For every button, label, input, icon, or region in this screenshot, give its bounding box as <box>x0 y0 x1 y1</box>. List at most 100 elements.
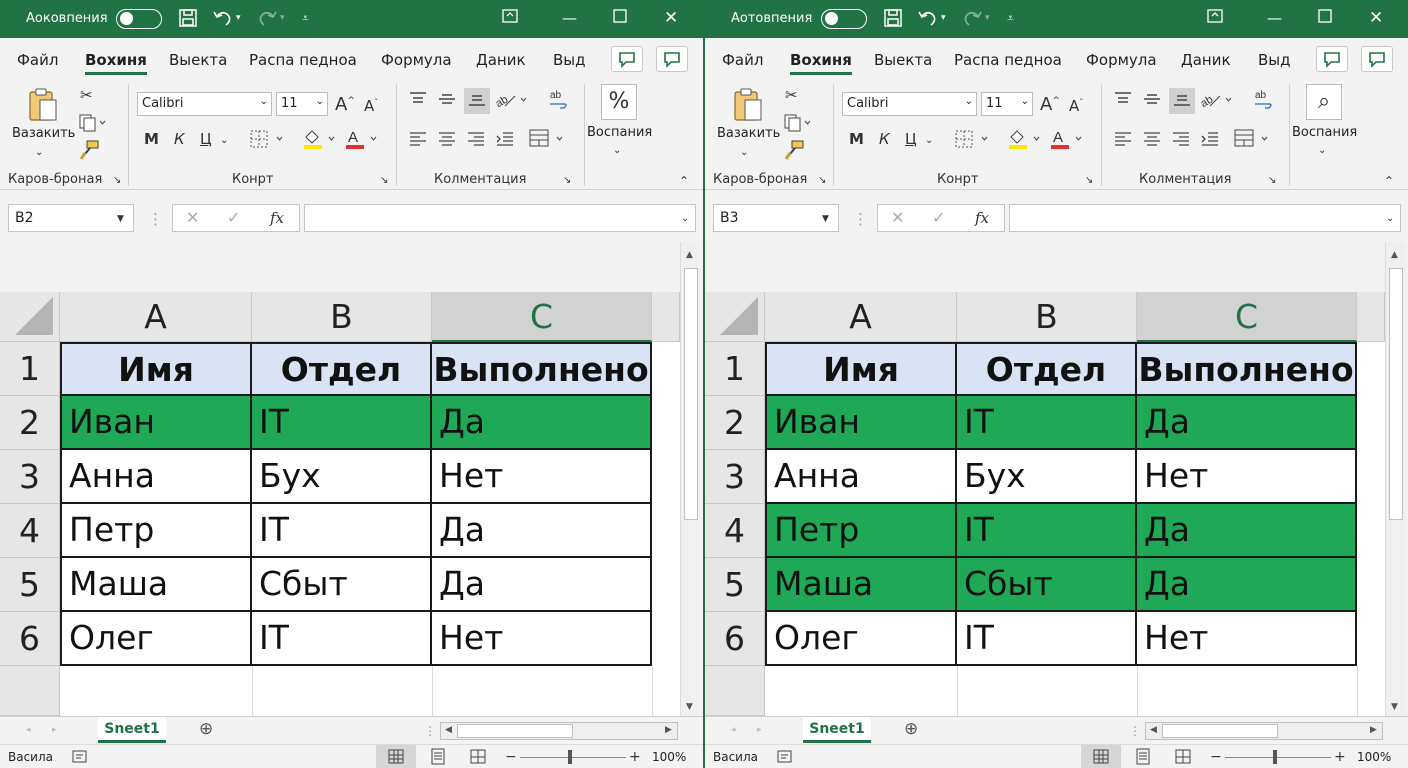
bold-button[interactable]: М <box>849 130 864 148</box>
cell-c5[interactable]: Да <box>1137 558 1357 612</box>
collapse-ribbon-icon[interactable]: ⌃ <box>679 172 689 190</box>
row-header-7[interactable] <box>0 666 60 716</box>
menu-page-layout[interactable]: Распа педноа <box>249 51 357 69</box>
number-dropdown-icon[interactable]: ⌄ <box>613 142 621 160</box>
alignment-launcher-icon[interactable]: ↘ <box>563 172 571 190</box>
format-painter-icon[interactable] <box>783 140 805 164</box>
horizontal-scroll-thumb[interactable] <box>1162 724 1278 738</box>
name-box[interactable]: B3 <box>713 204 839 232</box>
col-header-b[interactable]: B <box>957 292 1137 342</box>
number-label[interactable]: Воспания <box>587 125 652 140</box>
paste-dropdown-icon[interactable]: ⌄ <box>740 144 748 162</box>
align-center-icon[interactable] <box>1142 130 1162 152</box>
menu-home[interactable]: Вохиня <box>790 51 852 75</box>
underline-dropdown-icon[interactable]: ⌄ <box>925 132 933 150</box>
undo-dropdown-icon[interactable]: ▾ <box>236 8 241 28</box>
insert-function-icon[interactable]: fx <box>270 209 284 227</box>
maximize-icon[interactable] <box>1318 9 1332 27</box>
paste-icon[interactable] <box>26 86 60 130</box>
cell-c6[interactable]: Нет <box>1137 612 1357 666</box>
row-header-2[interactable]: 2 <box>0 396 60 450</box>
normal-view-button[interactable] <box>1081 745 1121 768</box>
menu-file[interactable]: Файл <box>722 51 763 69</box>
align-left-icon[interactable] <box>1113 130 1133 152</box>
cell-a6[interactable]: Олег <box>60 612 252 666</box>
table-header-cell-a[interactable]: Имя <box>60 342 252 396</box>
merge-cells-icon[interactable] <box>528 128 568 154</box>
row-header-3[interactable]: 3 <box>0 450 60 504</box>
cell-b4[interactable]: IT <box>252 504 432 558</box>
row-header-4[interactable]: 4 <box>705 504 765 558</box>
sheet-tab[interactable]: Sneet1 <box>803 717 871 743</box>
horizontal-scroll-thumb[interactable] <box>457 724 573 738</box>
alignment-launcher-icon[interactable]: ↘ <box>1268 172 1276 190</box>
col-header-c[interactable]: C <box>1137 292 1357 342</box>
horizontal-scrollbar[interactable]: ◀ ▶ <box>1145 722 1383 740</box>
font-launcher-icon[interactable]: ↘ <box>380 172 388 190</box>
zoom-slider[interactable] <box>1225 757 1331 758</box>
clipboard-launcher-icon[interactable]: ↘ <box>818 172 826 190</box>
tab-split-handle-icon[interactable]: ⋮ <box>1129 722 1141 740</box>
expand-formula-icon[interactable]: ⌄ <box>681 210 689 228</box>
select-all-corner[interactable] <box>0 292 60 342</box>
cell-b2[interactable]: IT <box>252 396 432 450</box>
cancel-icon[interactable]: ✕ <box>891 209 904 227</box>
scroll-up-icon[interactable]: ▲ <box>1391 250 1398 260</box>
customize-toolbar-icon[interactable]: ⩡ <box>302 8 309 28</box>
format-painter-icon[interactable] <box>78 140 100 164</box>
cell-b6[interactable]: IT <box>252 612 432 666</box>
align-middle-icon[interactable] <box>1142 90 1162 112</box>
comments-button[interactable] <box>656 46 688 72</box>
cell-b3[interactable]: Бух <box>252 450 432 504</box>
cell-a5[interactable]: Маша <box>60 558 252 612</box>
row-header-5[interactable]: 5 <box>0 558 60 612</box>
cell-b4[interactable]: IT <box>957 504 1137 558</box>
decrease-font-icon[interactable]: Aˇ <box>364 94 378 115</box>
cut-icon[interactable]: ✂ <box>80 86 93 104</box>
share-button[interactable] <box>1316 46 1348 72</box>
fill-color-icon[interactable] <box>1007 128 1043 154</box>
cell-b3[interactable]: Бух <box>957 450 1137 504</box>
col-header-a[interactable]: A <box>765 292 957 342</box>
font-size-select[interactable]: 11 ⌄ <box>981 92 1033 116</box>
menu-insert[interactable]: Выекта <box>874 51 932 69</box>
undo-dropdown-icon[interactable]: ▾ <box>941 8 946 28</box>
fill-color-icon[interactable] <box>302 128 338 154</box>
underline-dropdown-icon[interactable]: ⌄ <box>220 132 228 150</box>
indent-icon[interactable] <box>1200 130 1220 152</box>
font-size-select[interactable]: 11 ⌄ <box>276 92 328 116</box>
undo-icon[interactable] <box>212 8 234 33</box>
wrap-text-icon[interactable]: ab <box>1253 88 1275 114</box>
redo-dropdown-icon[interactable]: ▾ <box>280 8 285 28</box>
zoom-out-icon[interactable]: − <box>1210 748 1222 766</box>
italic-button[interactable]: К <box>879 130 890 148</box>
cell-c2[interactable]: Да <box>432 396 652 450</box>
expand-formula-icon[interactable]: ⌄ <box>1386 210 1394 228</box>
menu-home[interactable]: Вохиня <box>85 51 147 75</box>
vertical-scroll-thumb[interactable] <box>684 268 698 520</box>
borders-icon[interactable] <box>250 130 286 152</box>
minimize-icon[interactable]: — <box>1267 9 1282 27</box>
percent-icon[interactable]: % <box>601 84 637 120</box>
ribbon-display-icon[interactable] <box>502 9 518 27</box>
menu-data[interactable]: Даник <box>1181 51 1231 69</box>
save-icon[interactable] <box>178 8 198 33</box>
paste-label[interactable]: Вазакить <box>12 126 75 141</box>
cell-a4[interactable]: Петр <box>60 504 252 558</box>
enter-icon[interactable]: ✓ <box>227 209 240 227</box>
zoom-out-icon[interactable]: − <box>505 748 517 766</box>
cell-c6[interactable]: Нет <box>432 612 652 666</box>
cell-c4[interactable]: Да <box>1137 504 1357 558</box>
zoom-slider[interactable] <box>520 757 626 758</box>
align-left-icon[interactable] <box>408 130 428 152</box>
align-top-icon[interactable] <box>408 90 428 112</box>
row-header-1[interactable]: 1 <box>705 342 765 396</box>
paste-icon[interactable] <box>731 86 765 130</box>
orientation-icon[interactable]: ab <box>494 90 531 112</box>
sheet-tab[interactable]: Sneet1 <box>98 717 166 743</box>
number-dropdown-icon[interactable]: ⌄ <box>1318 142 1326 160</box>
page-layout-view-button[interactable] <box>1123 745 1163 768</box>
align-center-icon[interactable] <box>437 130 457 152</box>
cell-b5[interactable]: Сбыт <box>957 558 1137 612</box>
cell-b5[interactable]: Сбыт <box>252 558 432 612</box>
